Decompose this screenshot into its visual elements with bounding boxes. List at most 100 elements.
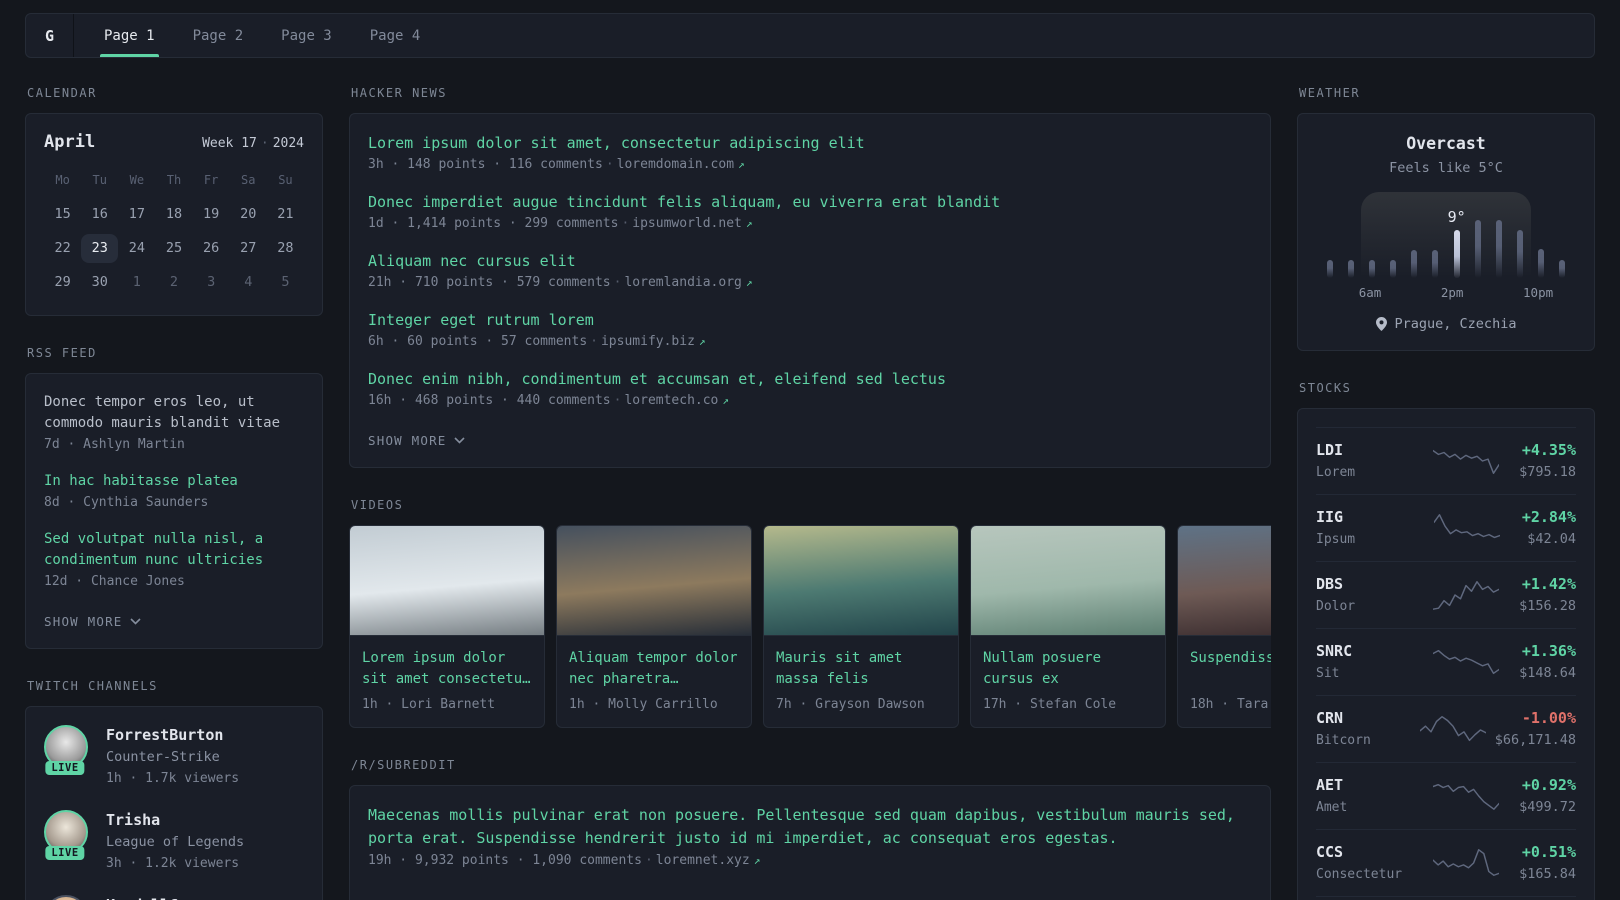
video-title[interactable]: Lorem ipsum dolor sit amet consectetu… bbox=[362, 648, 532, 690]
weather-hour-slot bbox=[1319, 285, 1339, 300]
stock-row[interactable]: SNRC Sit +1.36% $148.64 bbox=[1316, 628, 1576, 695]
hackernews-item-title[interactable]: Donec enim nibh, condimentum et accumsan… bbox=[368, 368, 1252, 390]
calendar-day-header: Th bbox=[166, 173, 182, 187]
subreddit-post-title[interactable]: Maecenas mollis pulvinar erat non posuer… bbox=[368, 804, 1252, 850]
stock-sparkline-wrap bbox=[1412, 578, 1519, 612]
stock-price: $156.28 bbox=[1519, 598, 1576, 614]
separator-dot: · bbox=[260, 136, 269, 151]
video-card-body: Lorem ipsum dolor sit amet consectetu… 1… bbox=[350, 636, 544, 727]
rss-item-title[interactable]: Donec tempor eros leo, ut commodo mauris… bbox=[44, 392, 304, 434]
app-logo[interactable]: G bbox=[26, 14, 74, 57]
separator-dot: · bbox=[613, 275, 622, 290]
separator-dot: · bbox=[621, 216, 630, 231]
video-title[interactable]: Nullam posuere cursus ex bbox=[983, 648, 1153, 690]
hackernews-item-stats: 3h · 148 points · 116 comments bbox=[368, 157, 603, 172]
rss-item-meta: 7d · Ashlyn Martin bbox=[44, 437, 185, 452]
stock-row[interactable]: AET Amet +0.92% $499.72 bbox=[1316, 762, 1576, 829]
stock-ticker: IIG bbox=[1316, 508, 1344, 526]
stock-name: Lorem bbox=[1316, 465, 1356, 480]
video-card[interactable]: Aliquam tempor dolor nec pharetra… 1h · … bbox=[556, 525, 752, 728]
stock-row[interactable]: LDI Lorem +4.35% $795.18 bbox=[1316, 427, 1576, 494]
video-title[interactable]: Mauris sit amet massa felis bbox=[776, 648, 946, 690]
calendar-date: 30 bbox=[91, 274, 108, 290]
hackernews-item-domain[interactable]: ipsumify.biz ↗ bbox=[601, 334, 706, 349]
page-tab[interactable]: Page 3 bbox=[277, 14, 336, 57]
stock-row[interactable]: CCS Consectetur +0.51% $165.84 bbox=[1316, 829, 1576, 896]
external-link-icon: ↗ bbox=[745, 276, 753, 289]
hackernews-item-domain[interactable]: loremtech.co ↗ bbox=[624, 393, 729, 408]
stock-row[interactable]: AHS +0.46% bbox=[1316, 896, 1576, 900]
calendar-week-year: Week 17 · 2024 bbox=[202, 136, 304, 151]
stock-sparkline-wrap bbox=[1412, 444, 1519, 478]
hackernews-item: Donec imperdiet augue tincidunt felis al… bbox=[368, 191, 1252, 235]
twitch-widget-label: TWITCH CHANNELS bbox=[27, 679, 158, 693]
video-card[interactable]: Lorem ipsum dolor sit amet consectetu… 1… bbox=[349, 525, 545, 728]
hackernews-item-domain[interactable]: loremlandia.org ↗ bbox=[624, 275, 752, 290]
weather-bar bbox=[1347, 260, 1354, 278]
subreddit-post: Maecenas mollis pulvinar erat non posuer… bbox=[368, 804, 1252, 872]
hackernews-item-title[interactable]: Lorem ipsum dolor sit amet, consectetur … bbox=[368, 132, 1252, 154]
stock-name: Ipsum bbox=[1316, 532, 1356, 547]
hackernews-card: Lorem ipsum dolor sit amet, consectetur … bbox=[349, 113, 1271, 468]
video-thumbnail[interactable] bbox=[1178, 526, 1271, 636]
stock-name: Sit bbox=[1316, 666, 1340, 681]
page-tab[interactable]: Page 2 bbox=[189, 14, 248, 57]
video-meta: 17h · Stefan Cole bbox=[983, 697, 1117, 712]
hackernews-item-meta: 1d · 1,414 points · 299 comments · ipsumwo… bbox=[368, 213, 1252, 235]
video-title[interactable]: Suspendisse diam bbox=[1190, 648, 1271, 690]
twitch-avatar-wrap bbox=[44, 895, 92, 900]
twitch-channel-row[interactable]: KendallCarr bbox=[44, 895, 304, 900]
stock-row[interactable]: DBS Dolor +1.42% $156.28 bbox=[1316, 561, 1576, 628]
video-thumbnail[interactable] bbox=[350, 526, 544, 636]
hackernews-item-meta: 21h · 710 points · 579 comments · loremlan… bbox=[368, 272, 1252, 294]
page-tab[interactable]: Page 4 bbox=[366, 14, 425, 57]
external-link-icon: ↗ bbox=[722, 394, 730, 407]
calendar-dates: 15 16 17 18 19 20 21 22 23 24 25 26 27 2… bbox=[44, 200, 304, 297]
hackernews-item-stats: 6h · 60 points · 57 comments bbox=[368, 334, 588, 349]
hackernews-item-title[interactable]: Donec imperdiet augue tincidunt felis al… bbox=[368, 191, 1252, 213]
video-thumbnail[interactable] bbox=[764, 526, 958, 636]
stock-name: Amet bbox=[1316, 800, 1348, 815]
video-title[interactable]: Aliquam tempor dolor nec pharetra… bbox=[569, 648, 739, 690]
separator-dot: · bbox=[644, 853, 653, 868]
video-meta: 7h · Grayson Dawson bbox=[776, 697, 925, 712]
subreddit-post-domain[interactable]: loremnet.xyz ↗ bbox=[656, 853, 761, 868]
stock-row[interactable]: IIG Ipsum +2.84% $42.04 bbox=[1316, 494, 1576, 561]
stock-change: +1.42% bbox=[1521, 575, 1576, 593]
calendar-widget: CALENDAR April Week 17 · 2024 Mo Tu We Th Fr Sa… bbox=[25, 86, 323, 316]
weather-bar-slot bbox=[1488, 192, 1509, 278]
video-card[interactable]: Suspendisse diam 18h · Tara bbox=[1177, 525, 1271, 728]
calendar-date: 21 bbox=[277, 206, 294, 222]
hackernews-item-title[interactable]: Integer eget rutrum lorem bbox=[368, 309, 1252, 331]
weather-bar bbox=[1559, 260, 1566, 278]
twitch-channel-info: Trisha League of Legends 3h · 1.2k viewe… bbox=[106, 810, 244, 874]
chevron-down-icon bbox=[453, 437, 465, 444]
weather-hour-label: 2pm bbox=[1440, 285, 1464, 300]
hackernews-item-meta: 6h · 60 points · 57 comments · ipsumify.bi… bbox=[368, 331, 1252, 353]
video-thumbnail[interactable] bbox=[971, 526, 1165, 636]
rss-item-title[interactable]: Sed volutpat nulla nisl, a condimentum n… bbox=[44, 529, 304, 571]
hackernews-item-domain[interactable]: ipsumworld.net ↗ bbox=[632, 216, 752, 231]
calendar-day-headers: Mo Tu We Th Fr Sa Su bbox=[44, 170, 304, 190]
video-card[interactable]: Mauris sit amet massa felis 7h · Grayson… bbox=[763, 525, 959, 728]
rss-item-title[interactable]: In hac habitasse platea bbox=[44, 471, 304, 492]
rss-show-more-button[interactable]: SHOW MORE bbox=[44, 614, 141, 629]
twitch-channel-row[interactable]: LIVE ForrestBurton Counter-Strike 1h · 1… bbox=[44, 725, 304, 789]
stock-ticker: DBS bbox=[1316, 575, 1344, 593]
hackernews-item-domain[interactable]: loremdomain.com ↗ bbox=[617, 157, 745, 172]
hackernews-item-stats: 1d · 1,414 points · 299 comments bbox=[368, 216, 619, 231]
weather-bar bbox=[1390, 260, 1397, 278]
page-tab[interactable]: Page 1 bbox=[100, 14, 159, 57]
weather-widget: WEATHER Overcast Feels like 5°C 9° 6am 2… bbox=[1297, 86, 1595, 351]
hackernews-item-title[interactable]: Aliquam nec cursus elit bbox=[368, 250, 1252, 272]
rss-widget: RSS FEED Donec tempor eros leo, ut commo… bbox=[25, 346, 323, 649]
stock-sparkline bbox=[1433, 514, 1500, 539]
hackernews-widget: HACKER NEWS Lorem ipsum dolor sit amet, … bbox=[349, 86, 1271, 468]
calendar-date: 3 bbox=[207, 274, 216, 290]
video-thumbnail[interactable] bbox=[557, 526, 751, 636]
stock-row[interactable]: CRN Bitcorn -1.00% $66,171.48 bbox=[1316, 695, 1576, 762]
calendar-date: 29 bbox=[54, 274, 71, 290]
hackernews-show-more-button[interactable]: SHOW MORE bbox=[368, 433, 465, 448]
twitch-channel-row[interactable]: LIVE Trisha League of Legends 3h · 1.2k … bbox=[44, 810, 304, 874]
video-card[interactable]: Nullam posuere cursus ex 17h · Stefan Co… bbox=[970, 525, 1166, 728]
